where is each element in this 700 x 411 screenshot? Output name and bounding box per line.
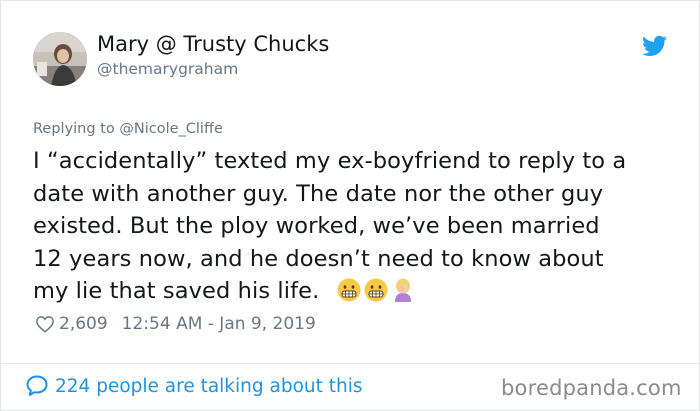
tweet-line-last: my lie that saved his life.	[33, 275, 673, 308]
tweet-card: Mary @ Trusty Chucks @themarygraham Repl…	[0, 0, 700, 411]
tweet-line: I “accidentally” texted my ex-boyfriend …	[33, 148, 627, 174]
timestamp[interactable]: 12:54 AM - Jan 9, 2019	[122, 314, 316, 334]
author-name[interactable]: Mary @ Trusty Chucks	[97, 32, 329, 56]
tweet-line: my lie that saved his life.	[33, 278, 320, 304]
talking-about-link[interactable]: 224 people are talking about this	[25, 374, 363, 398]
heart-icon[interactable]	[35, 315, 55, 333]
replying-to[interactable]: Replying to @Nicole_Cliffe	[33, 121, 223, 137]
tweet-line: existed. But the ploy worked, we’ve been…	[33, 213, 600, 239]
twitter-bird-icon[interactable]	[642, 35, 667, 57]
tweet-line: date with another guy. The date nor the …	[33, 180, 604, 207]
tweet-text: I “accidentally” texted my ex-boyfriend …	[33, 145, 673, 308]
speech-bubble-icon	[26, 375, 48, 396]
talking-about-text: 224 people are talking about this	[55, 375, 363, 397]
tweet-line: 12 years now, and he doesn’t need to kno…	[33, 245, 604, 272]
grimacing-face-emoji	[337, 278, 361, 302]
avatar-photo	[33, 32, 87, 86]
watermark: boredpanda.com	[501, 376, 682, 400]
author-handle[interactable]: @themarygraham	[97, 60, 238, 78]
grimacing-face-emoji	[364, 278, 388, 302]
avatar[interactable]	[33, 32, 87, 86]
like-count[interactable]: 2,609	[59, 314, 108, 334]
woman-facepalming-emoji	[394, 278, 411, 302]
tweet-meta: 2,609 12:54 AM - Jan 9, 2019	[35, 314, 316, 334]
divider	[1, 363, 699, 364]
